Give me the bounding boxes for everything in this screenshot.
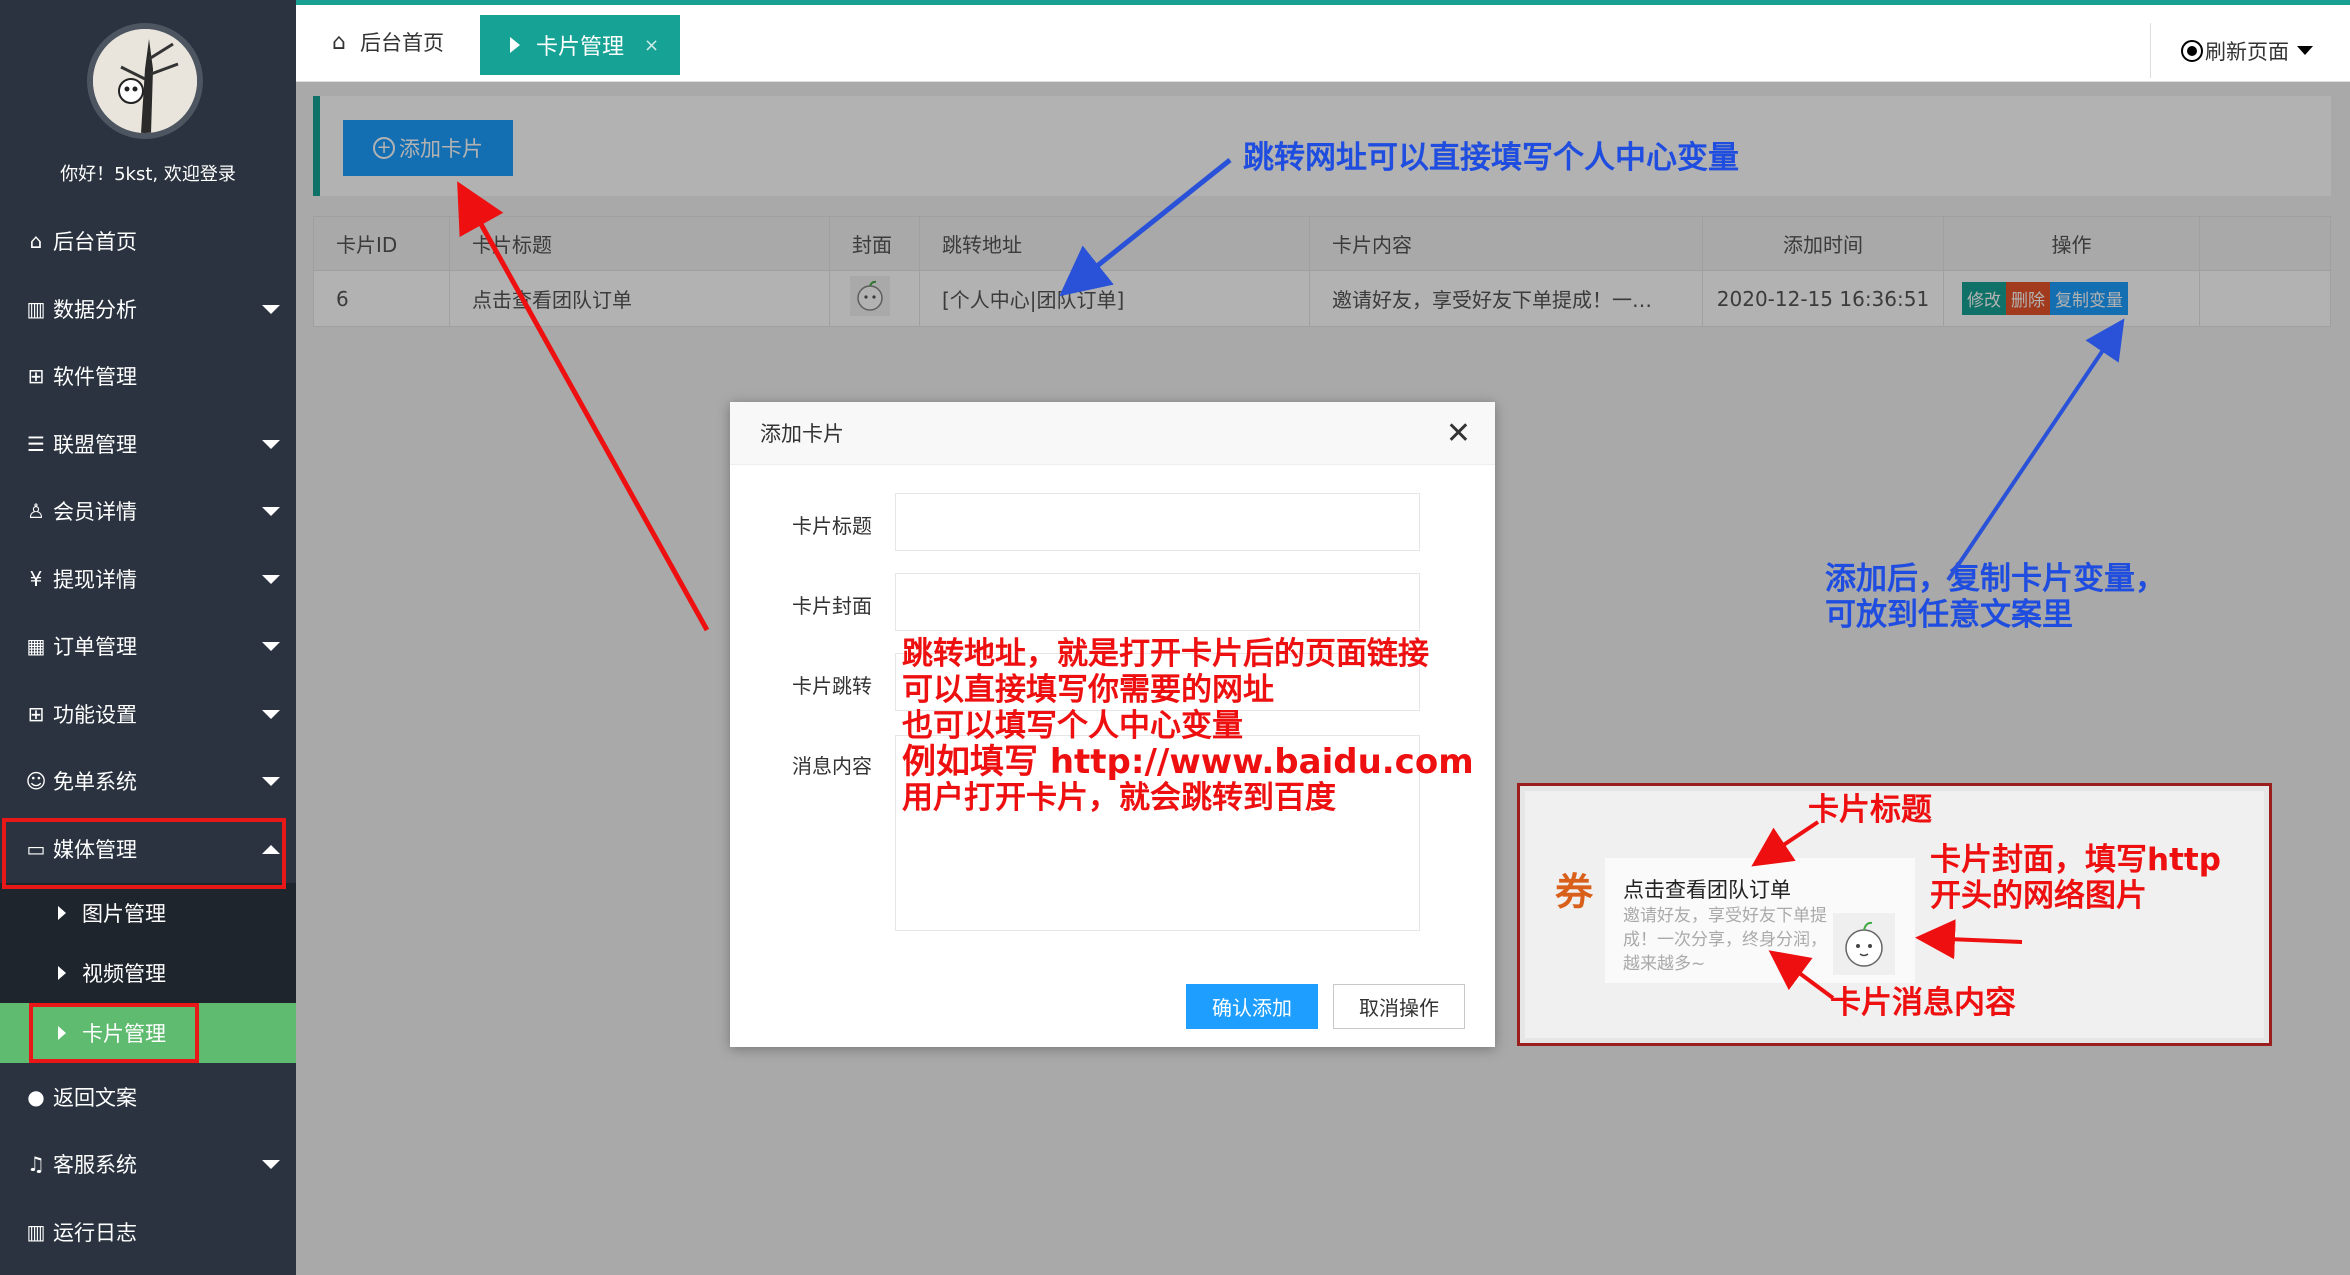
sidebar-item-withdraw[interactable]: ¥ 提现详情 xyxy=(0,546,296,612)
sidebar-item-orders[interactable]: ▦ 订单管理 xyxy=(0,613,296,679)
annotation-blue-copy-line1: 添加后，复制卡片变量， xyxy=(1825,561,2166,597)
field-label-message: 消息内容 xyxy=(792,754,872,778)
sidebar-item-home[interactable]: ⌂ 后台首页 xyxy=(0,208,296,274)
close-icon[interactable]: × xyxy=(644,35,659,56)
annotation-blue-redirect: 跳转网址可以直接填写个人中心变量 xyxy=(1243,140,1739,176)
tab-active-label: 卡片管理 xyxy=(536,35,625,60)
tab-card-management[interactable]: 卡片管理 × xyxy=(480,15,680,75)
home-icon: ⌂ xyxy=(29,229,43,253)
annotation-red-line2: 可以直接填写你需要的网址 xyxy=(902,672,1274,708)
sidebar-item-software[interactable]: ⊞ 软件管理 xyxy=(0,343,296,409)
dialog-title: 添加卡片 xyxy=(760,422,844,446)
caret-right-icon xyxy=(58,966,66,980)
caret-right-icon xyxy=(510,37,520,53)
annotation-red-line3: 也可以填写个人中心变量 xyxy=(902,708,1243,744)
chevron-down-icon xyxy=(262,777,280,786)
card-title-input[interactable] xyxy=(895,493,1420,551)
chevron-down-icon xyxy=(262,575,280,584)
preview-card-message: 邀请好友，享受好友下单提成！一次分享，终身分润，越来越多~ xyxy=(1623,906,1827,974)
top-tabbar: ⌂ 后台首页 卡片管理 × 刷新页面 xyxy=(296,0,2350,82)
annotation-preview-title: 卡片标题 xyxy=(1808,792,1932,828)
chevron-down-icon xyxy=(262,710,280,719)
sidebar-item-settings[interactable]: ⊞ 功能设置 xyxy=(0,681,296,747)
coupon-badge: 券 xyxy=(1554,869,1593,914)
sidebar-item-label: 会员详情 xyxy=(53,500,137,524)
sidebar-item-label: 返回文案 xyxy=(53,1086,137,1110)
list-icon: ☰ xyxy=(27,432,45,456)
chevron-down-icon xyxy=(262,642,280,651)
highlight-box-cards xyxy=(29,1003,199,1063)
chevron-down-icon xyxy=(262,507,280,516)
sidebar-item-label: 免单系统 xyxy=(53,770,137,794)
submenu-item-videos[interactable]: 视频管理 xyxy=(0,943,296,1003)
close-icon[interactable]: ✕ xyxy=(1446,416,1471,451)
field-label-cover: 卡片封面 xyxy=(792,594,872,618)
sidebar-item-logs[interactable]: ▥ 运行日志 xyxy=(0,1199,296,1265)
sidebar-item-label: 软件管理 xyxy=(53,365,137,389)
log-icon: ▥ xyxy=(26,1220,46,1244)
chart-icon: ▥ xyxy=(26,297,46,321)
confirm-add-button[interactable]: 确认添加 xyxy=(1186,984,1318,1029)
sidebar-item-reply-copy[interactable]: ● 返回文案 xyxy=(0,1064,296,1130)
dialog-header: 添加卡片 xyxy=(730,402,1495,465)
sidebar-item-label: 数据分析 xyxy=(53,298,137,322)
submenu-item-label: 图片管理 xyxy=(82,902,166,926)
card-cover-input[interactable] xyxy=(895,573,1420,631)
yen-icon: ¥ xyxy=(29,567,43,591)
grid-icon: ▦ xyxy=(26,634,46,658)
sidebar-item-label: 客服系统 xyxy=(53,1153,137,1177)
chevron-down-icon xyxy=(262,305,280,314)
annotation-red-line5: 用户打开卡片，就会跳转到百度 xyxy=(902,780,1336,816)
submenu-item-label: 视频管理 xyxy=(82,962,166,986)
sidebar-item-free-order[interactable]: ☺ 免单系统 xyxy=(0,748,296,814)
bell-icon: ♫ xyxy=(27,1152,45,1176)
preview-card-title: 点击查看团队订单 xyxy=(1623,878,1791,902)
greeting: 你好！5kst, 欢迎登录 xyxy=(60,164,236,185)
sidebar-item-label: 运行日志 xyxy=(53,1221,137,1245)
sidebar-item-members[interactable]: ♙ 会员详情 xyxy=(0,478,296,544)
user-icon: ♙ xyxy=(27,499,45,523)
annotation-blue-copy-line2: 可放到任意文案里 xyxy=(1825,597,2073,633)
sidebar: 你好！5kst, 欢迎登录 ⌂ 后台首页 ▥ 数据分析 ⊞ 软件管理 ☰ 联盟管理 ♙ 会… xyxy=(0,0,296,1275)
field-label-redirect: 卡片跳转 xyxy=(792,674,872,698)
tab-home-label: 后台首页 xyxy=(359,31,444,55)
sidebar-item-label: 后台首页 xyxy=(53,230,137,254)
annotation-preview-message: 卡片消息内容 xyxy=(1830,985,2016,1021)
refresh-label: 刷新页面 xyxy=(2205,39,2289,64)
radio-dot-icon xyxy=(2181,39,2203,62)
field-label-title: 卡片标题 xyxy=(792,514,872,538)
avatar xyxy=(87,23,203,139)
cancel-button[interactable]: 取消操作 xyxy=(1333,984,1465,1029)
chevron-down-icon xyxy=(262,1160,280,1169)
annotation-preview-cover-line2: 开头的网络图片 xyxy=(1930,878,2147,914)
chevron-down-icon xyxy=(2297,46,2313,55)
preview-cover-thumbnail xyxy=(1833,913,1895,975)
chevron-down-icon xyxy=(262,440,280,449)
sidebar-item-data-analysis[interactable]: ▥ 数据分析 xyxy=(0,276,296,342)
caret-right-icon xyxy=(58,906,66,920)
sidebar-item-alliance[interactable]: ☰ 联盟管理 xyxy=(0,411,296,477)
annotation-preview-cover-line1: 卡片封面，填写http xyxy=(1930,842,2221,878)
refresh-button[interactable]: 刷新页面 xyxy=(2150,23,2350,78)
sidebar-item-label: 提现详情 xyxy=(53,568,137,592)
chat-icon: ● xyxy=(27,1085,45,1109)
sidebar-item-label: 功能设置 xyxy=(53,703,137,727)
submenu-item-images[interactable]: 图片管理 xyxy=(0,883,296,943)
sidebar-item-customer-service[interactable]: ♫ 客服系统 xyxy=(0,1131,296,1197)
annotation-red-line4: 例如填写 http://www.baidu.com xyxy=(902,742,1474,782)
home-icon: ⌂ xyxy=(332,29,346,55)
highlight-box-media xyxy=(2,818,286,889)
apps-icon: ⊞ xyxy=(27,702,45,726)
sidebar-item-label: 订单管理 xyxy=(53,635,137,659)
gift-icon: ☺ xyxy=(25,769,47,793)
tab-home[interactable]: ⌂ 后台首页 xyxy=(332,27,444,57)
apps-icon: ⊞ xyxy=(27,364,45,388)
sidebar-item-label: 联盟管理 xyxy=(53,433,137,457)
preview-card-body: 点击查看团队订单 邀请好友，享受好友下单提成！一次分享，终身分润，越来越多~ xyxy=(1605,858,1915,983)
annotation-red-line1: 跳转地址，就是打开卡片后的页面链接 xyxy=(902,636,1429,672)
